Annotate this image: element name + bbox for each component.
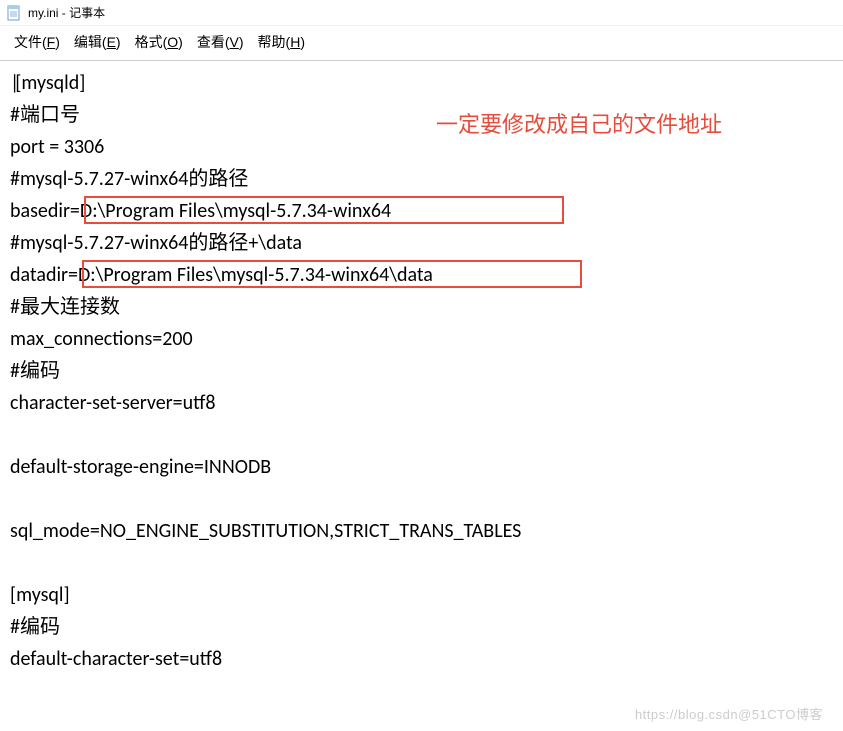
line-prefix: basedir= xyxy=(10,199,80,223)
window-title: my.ini - 记事本 xyxy=(28,4,105,21)
titlebar: my.ini - 记事本 xyxy=(0,0,843,26)
text-line: default-character-set=utf8 xyxy=(10,643,833,675)
text-line: #mysql-5.7.27-winx64的路径+\data xyxy=(10,227,833,259)
menu-file[interactable]: 文件(F) xyxy=(10,30,64,54)
text-line: #编码 xyxy=(10,611,833,643)
blank-line xyxy=(10,483,833,515)
menu-help[interactable]: 帮助(H) xyxy=(254,30,309,54)
blank-line xyxy=(10,547,833,579)
text-line: basedir=D:\Program Files\mysql-5.7.34-wi… xyxy=(10,195,833,227)
menu-view[interactable]: 查看(V) xyxy=(193,30,248,54)
menu-edit[interactable]: 编辑(E) xyxy=(70,30,125,54)
text-line: #mysql-5.7.27-winx64的路径 xyxy=(10,163,833,195)
text-line: max_connections=200 xyxy=(10,323,833,355)
text-line: datadir=D:\Program Files\mysql-5.7.34-wi… xyxy=(10,259,833,291)
menu-format[interactable]: 格式(O) xyxy=(131,30,187,54)
text-line: character-set-server=utf8 xyxy=(10,387,833,419)
line-path: D:\Program Files\mysql-5.7.34-winx64\dat… xyxy=(78,263,433,287)
blank-line xyxy=(10,419,833,451)
text-line: #最大连接数 xyxy=(10,291,833,323)
annotation-text: 一定要修改成自己的文件地址 xyxy=(436,107,722,142)
notepad-icon xyxy=(6,5,22,21)
watermark: https://blog.csdn@51CTO博客 xyxy=(635,704,823,723)
menubar: 文件(F) 编辑(E) 格式(O) 查看(V) 帮助(H) xyxy=(0,26,843,61)
line-prefix: datadir= xyxy=(10,263,78,287)
text-line: sql_mode=NO_ENGINE_SUBSTITUTION,STRICT_T… xyxy=(10,515,833,547)
line-path: D:\Program Files\mysql-5.7.34-winx64 xyxy=(80,199,391,223)
text-line: [mysql] xyxy=(10,579,833,611)
editor-content[interactable]: [mysqld] #端口号 port = 3306 #mysql-5.7.27-… xyxy=(0,61,843,681)
text-line: [mysqld] xyxy=(10,67,833,99)
text-line: default-storage-engine=INNODB xyxy=(10,451,833,483)
text-line: #编码 xyxy=(10,355,833,387)
